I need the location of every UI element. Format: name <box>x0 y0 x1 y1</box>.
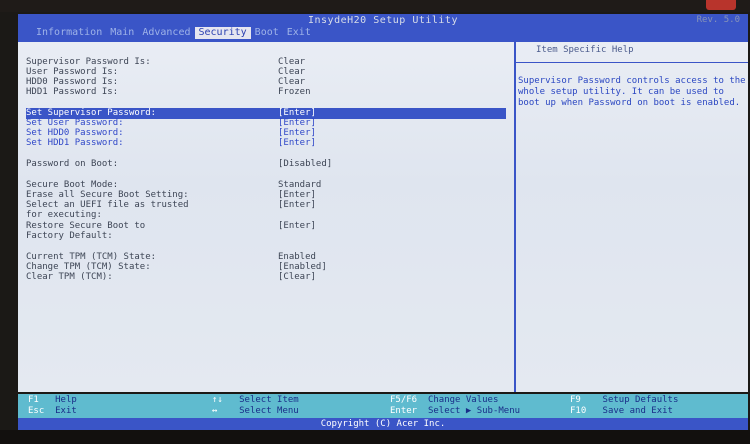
setup-header: InsydeH20 Setup Utility Rev. 5.0 Informa… <box>18 14 748 42</box>
monitor-bottom-bezel <box>0 430 750 444</box>
bezel-logo-badge <box>706 0 736 10</box>
tab-exit[interactable]: Exit <box>283 27 315 39</box>
select-menu-key-hint: ↔ Select Menu <box>212 406 299 416</box>
save-exit-key-hint: F10 Save and Exit <box>570 406 673 416</box>
tab-information[interactable]: Information <box>32 27 106 39</box>
submenu-key-hint: Enter Select ▶ Sub-Menu <box>390 406 521 416</box>
setup-defaults-key-hint: F9 Setup Defaults <box>570 395 679 405</box>
copyright-bar: Copyright (C) Acer Inc. <box>18 418 748 430</box>
security-panel: Supervisor Password Is: Clear User Passw… <box>18 42 748 392</box>
select-item-key-hint: ↑↓ Select Item <box>212 395 299 405</box>
password-on-boot-item[interactable]: Password on Boot: [Disabled] <box>26 159 506 170</box>
help-text: Supervisor Password controls access to t… <box>518 76 746 108</box>
help-divider <box>516 62 748 63</box>
tab-advanced[interactable]: Advanced <box>138 27 194 39</box>
clear-tpm-item[interactable]: Clear TPM (TCM): [Clear] <box>26 272 506 283</box>
panel-divider <box>514 42 516 392</box>
change-values-key-hint: F5/F6 Change Values <box>390 395 499 405</box>
tab-main[interactable]: Main <box>106 27 138 39</box>
select-uefi-file-label-cont: for executing: <box>26 210 102 220</box>
help-key-hint: F1 Help <box>28 395 77 405</box>
hdd1-password-status: HDD1 Password Is: Frozen <box>26 87 311 97</box>
help-title: Item Specific Help <box>536 45 634 55</box>
setup-title: InsydeH20 Setup Utility <box>308 15 458 26</box>
tab-boot[interactable]: Boot <box>251 27 283 39</box>
tab-security[interactable]: Security <box>194 27 251 39</box>
monitor-bezel <box>0 0 750 12</box>
exit-key-hint: Esc Exit <box>28 406 77 416</box>
bios-screen: InsydeH20 Setup Utility Rev. 5.0 Informa… <box>0 0 750 444</box>
key-legend: F1 Help Esc Exit ↑↓ Select Item ↔ Select… <box>18 394 748 418</box>
menu-tabs: Information Main Advanced Security Boot … <box>32 27 315 39</box>
set-hdd1-password-item[interactable]: Set HDD1 Password: [Enter] <box>26 138 506 149</box>
restore-secure-boot-label-cont: Factory Default: <box>26 231 113 241</box>
revision-mark: Rev. 5.0 <box>696 15 740 25</box>
